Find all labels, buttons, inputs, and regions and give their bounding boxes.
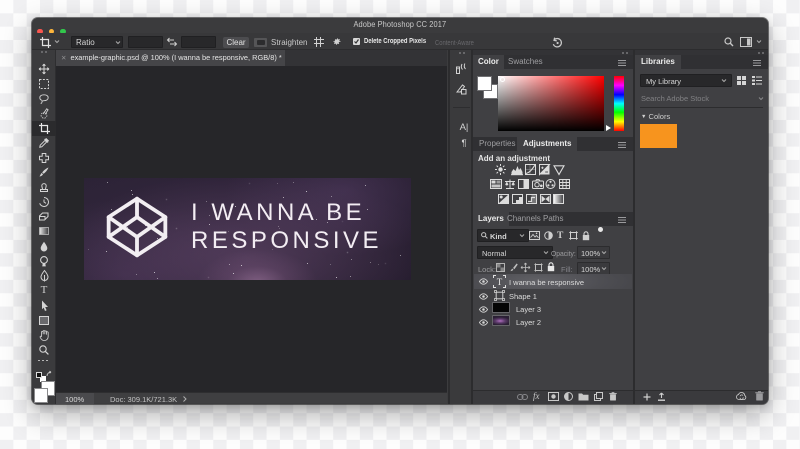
svg-text:T: T [497, 277, 503, 287]
